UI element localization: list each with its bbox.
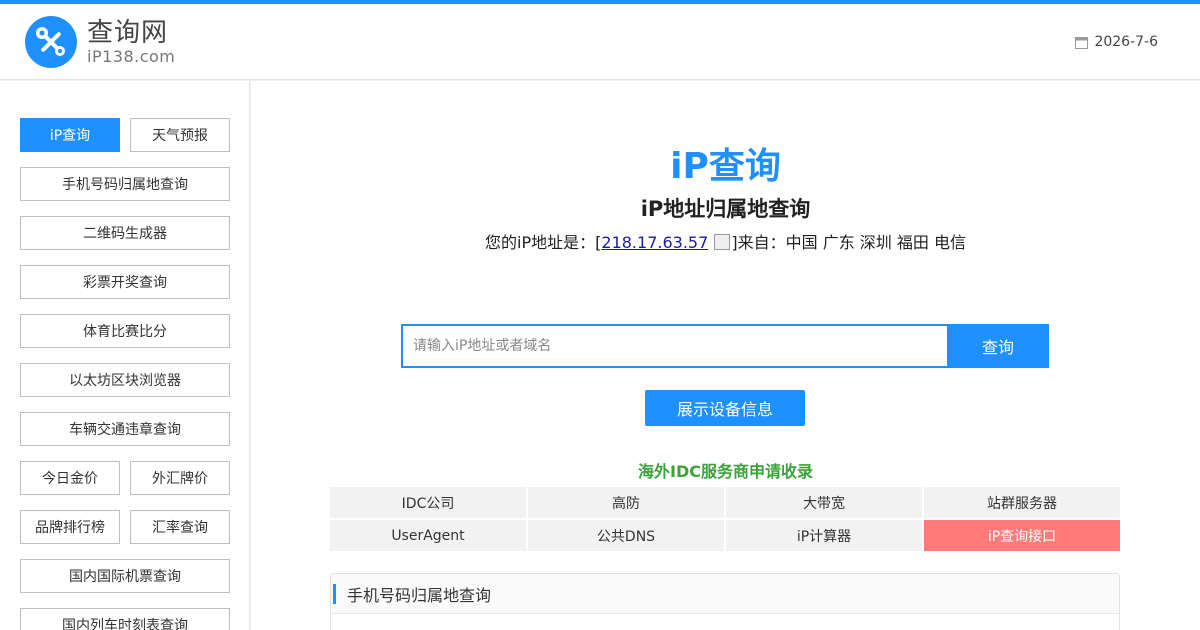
link-public-dns[interactable]: 公共DNS [528, 520, 724, 551]
sidebar-item-exchange-rate[interactable]: 汇率查询 [130, 510, 230, 544]
search-input[interactable] [401, 324, 947, 368]
link-idc-company[interactable]: IDC公司 [330, 487, 526, 518]
sidebar-item-trains[interactable]: 国内列车时刻表查询 [20, 608, 230, 630]
sidebar-item-ethereum[interactable]: 以太坊区块浏览器 [20, 363, 230, 397]
sidebar-item-sports[interactable]: 体育比赛比分 [20, 314, 230, 348]
sidebar-item-brand-rank[interactable]: 品牌排行榜 [20, 510, 120, 544]
date-text: 2026-7-6 [1094, 34, 1158, 50]
tools-icon [25, 16, 77, 68]
sidebar-item-gold-price[interactable]: 今日金价 [20, 461, 120, 495]
calendar-icon [1075, 36, 1089, 49]
sidebar-item-forex[interactable]: 外汇牌价 [130, 461, 230, 495]
link-site-group-server[interactable]: 站群服务器 [924, 487, 1120, 518]
logo-subtitle: iP138.com [87, 47, 176, 66]
phone-lookup-panel: 手机号码归属地查询 [330, 573, 1120, 630]
search-bar: 查询 [401, 324, 1049, 368]
broken-image-icon [714, 234, 731, 250]
main-content: iP查询 iP地址归属地查询 您的iP地址是：[218.17.63.57 ]来自… [251, 81, 1200, 630]
sidebar-item-phone-lookup[interactable]: 手机号码归属地查询 [20, 167, 230, 201]
sidebar-item-lottery[interactable]: 彩票开奖查询 [20, 265, 230, 299]
date-display: 2026-7-6 [1075, 34, 1158, 50]
logo-title: 查询网 [87, 18, 169, 48]
header: 查询网 iP138.com 2026-7-6 [0, 4, 1200, 80]
sidebar: iP查询 天气预报 手机号码归属地查询 二维码生成器 彩票开奖查询 体育比赛比分… [0, 81, 250, 630]
sidebar-item-flights[interactable]: 国内国际机票查询 [20, 559, 230, 593]
link-ip-query-api[interactable]: iP查询接口 [924, 520, 1120, 551]
link-ip-calculator[interactable]: iP计算器 [726, 520, 922, 551]
idc-link[interactable]: 海外IDC服务商申请收录 [251, 458, 1200, 482]
sidebar-item-weather[interactable]: 天气预报 [130, 118, 230, 152]
link-ddos-protection[interactable]: 高防 [528, 487, 724, 518]
sidebar-item-qrcode[interactable]: 二维码生成器 [20, 216, 230, 250]
quick-links-grid: IDC公司 高防 大带宽 站群服务器 UserAgent 公共DNS iP计算器… [330, 487, 1120, 551]
link-useragent[interactable]: UserAgent [330, 520, 526, 551]
search-button[interactable]: 查询 [947, 324, 1049, 368]
page-subtitle: iP地址归属地查询 [640, 197, 811, 221]
sidebar-item-traffic[interactable]: 车辆交通违章查询 [20, 412, 230, 446]
panel-title: 手机号码归属地查询 [331, 574, 1119, 614]
link-bandwidth[interactable]: 大带宽 [726, 487, 922, 518]
site-logo[interactable]: 查询网 iP138.com [25, 16, 175, 68]
ip-info: 您的iP地址是：[218.17.63.57 ]来自：中国 广东 深圳 福田 电信 [251, 229, 1200, 253]
page-title: iP查询 [670, 146, 781, 187]
show-device-info-button[interactable]: 展示设备信息 [645, 390, 805, 426]
sidebar-item-ip-query[interactable]: iP查询 [20, 118, 120, 152]
ip-address-link[interactable]: 218.17.63.57 [601, 233, 708, 252]
ip-location: ]来自：中国 广东 深圳 福田 电信 [731, 233, 966, 252]
ip-prefix: 您的iP地址是：[ [485, 233, 602, 252]
